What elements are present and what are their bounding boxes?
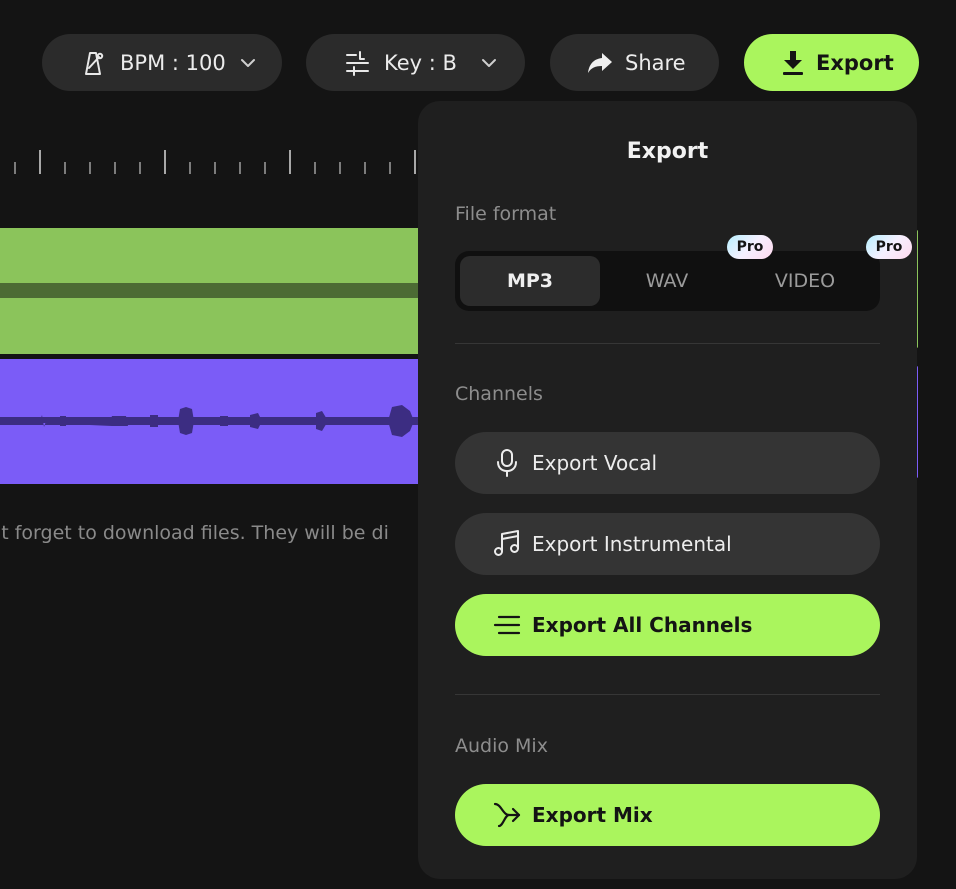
ruler-tick	[164, 150, 166, 174]
ruler-tick	[239, 162, 241, 174]
ruler-tick	[64, 162, 66, 174]
export-vocal-label: Export Vocal	[532, 451, 657, 475]
export-button[interactable]: Export	[744, 34, 919, 91]
timeline-ruler[interactable]	[0, 150, 420, 180]
bpm-label: BPM : 100	[120, 50, 226, 75]
ruler-tick	[364, 162, 366, 174]
pro-badge: Pro	[866, 235, 912, 259]
export-mix-button[interactable]: Export Mix	[455, 784, 880, 846]
ruler-tick	[114, 162, 116, 174]
panel-title: Export	[626, 139, 709, 164]
music-note-icon	[492, 529, 522, 559]
instrumental-track[interactable]	[0, 359, 420, 484]
ruler-tick	[414, 150, 416, 174]
format-option-wav[interactable]: WAV	[597, 256, 737, 306]
divider	[455, 694, 880, 695]
download-icon	[782, 50, 804, 76]
ruler-tick	[39, 150, 41, 174]
ruler-tick	[389, 162, 391, 174]
instrumental-waveform	[0, 405, 420, 437]
key-adjust-icon	[344, 49, 372, 77]
vocal-track[interactable]	[0, 228, 420, 354]
divider	[455, 343, 880, 344]
vocal-waveform	[0, 283, 420, 298]
chevron-down-icon	[240, 58, 256, 68]
export-vocal-button[interactable]: Export Vocal	[455, 432, 880, 494]
key-label: Key : B	[384, 50, 457, 75]
format-option-video[interactable]: VIDEO	[735, 256, 875, 306]
export-panel: Export File format MP3 WAV VIDEO Pro Pro…	[418, 101, 917, 879]
lines-icon	[492, 610, 522, 640]
export-all-channels-button[interactable]: Export All Channels	[455, 594, 880, 656]
format-option-mp3[interactable]: MP3	[460, 256, 600, 306]
share-button[interactable]: Share	[550, 34, 719, 91]
ruler-tick	[289, 150, 291, 174]
ruler-tick	[264, 162, 266, 174]
chevron-down-icon	[481, 58, 497, 68]
key-selector[interactable]: Key : B	[306, 34, 525, 91]
share-arrow-icon	[587, 52, 613, 74]
ruler-tick	[314, 162, 316, 174]
ruler-tick	[214, 162, 216, 174]
export-label: Export	[816, 50, 894, 75]
merge-arrow-icon	[492, 800, 522, 830]
export-mix-label: Export Mix	[532, 803, 653, 827]
ruler-tick	[89, 162, 91, 174]
ruler-tick	[14, 162, 16, 174]
export-instrumental-button[interactable]: Export Instrumental	[455, 513, 880, 575]
export-instrumental-label: Export Instrumental	[532, 532, 732, 556]
ruler-tick	[139, 162, 141, 174]
bpm-selector[interactable]: BPM : 100	[42, 34, 282, 91]
share-label: Share	[625, 50, 686, 75]
microphone-icon	[492, 448, 522, 478]
audio-mix-label: Audio Mix	[455, 735, 548, 757]
file-format-label: File format	[455, 203, 557, 225]
download-notice: 't forget to download files. They will b…	[0, 522, 389, 544]
pro-badge: Pro	[727, 235, 773, 259]
ruler-tick	[339, 162, 341, 174]
channels-label: Channels	[455, 383, 543, 405]
export-all-channels-label: Export All Channels	[532, 613, 753, 637]
file-format-selector: MP3 WAV VIDEO Pro Pro	[455, 235, 912, 311]
ruler-tick	[189, 162, 191, 174]
metronome-icon	[78, 48, 108, 78]
